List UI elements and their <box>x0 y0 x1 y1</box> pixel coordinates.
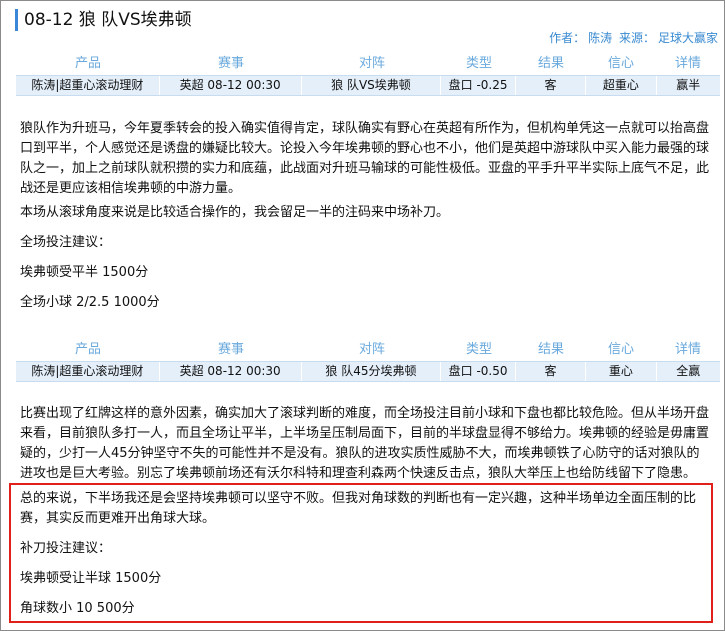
col-product: 产品 <box>74 56 101 71</box>
article-meta: 作者： 陈涛 来源： 足球大赢家 <box>546 29 718 46</box>
table-header: 产品 赛事 对阵 类型 结果 信心 详情 <box>16 339 720 361</box>
col-confidence: 信心 <box>607 342 634 357</box>
article1-paragraph-5: 全场小球 2/2.5 1000分 <box>20 295 160 310</box>
table-row: 陈涛|超重心滚动理财 英超 08-12 00:30 狼 队45分埃弗顿 盘口 -… <box>16 361 720 382</box>
col-type: 类型 <box>465 56 492 71</box>
match-title: 08-12 狼 队VS埃弗顿 <box>15 9 192 31</box>
cell-type: 盘口 -0.50 <box>441 362 516 381</box>
col-confidence: 信心 <box>607 56 634 71</box>
tip-table-1: 产品 赛事 对阵 类型 结果 信心 详情 陈涛|超重心滚动理财 英超 08-12… <box>16 53 720 96</box>
article2-paragraph-4: 埃弗顿受让半球 1500分 <box>20 571 162 586</box>
col-type: 类型 <box>465 342 492 357</box>
cell-product[interactable]: 陈涛|超重心滚动理财 <box>16 76 160 95</box>
article2-paragraph-1: 比赛出现了红牌这样的意外因素，确实加大了滚球判断的难度，而全场投注目前小球和下盘… <box>20 406 710 481</box>
author-link[interactable]: 陈涛 <box>588 31 612 45</box>
cell-detail: 全赢 <box>676 364 701 378</box>
col-result: 结果 <box>537 56 564 71</box>
author-label: 作者： <box>549 31 586 45</box>
cell-type: 盘口 -0.25 <box>441 76 516 95</box>
col-event: 赛事 <box>217 342 244 357</box>
tip-table-2: 产品 赛事 对阵 类型 结果 信心 详情 陈涛|超重心滚动理财 英超 08-12… <box>16 339 720 382</box>
cell-confidence: 超重心 <box>586 76 657 95</box>
article1-paragraph-2: 本场从滚球角度来说是比较适合操作的，我会留足一半的注码来中场补刀。 <box>20 205 450 220</box>
article1-paragraph-1: 狼队作为升班马，今年夏季转会的投入确实值得肯定，球队确实有野心在英超有所作为，但… <box>20 121 710 196</box>
col-result: 结果 <box>537 342 564 357</box>
article2-paragraph-2: 总的来说，下半场我还是会坚持埃弗顿可以坚守不败。但我对角球数的判断也有一定兴趣，… <box>20 491 697 526</box>
table-row: 陈涛|超重心滚动理财 英超 08-12 00:30 狼 队VS埃弗顿 盘口 -0… <box>16 75 720 96</box>
col-match: 对阵 <box>358 56 385 71</box>
cell-result: 客 <box>516 76 587 95</box>
col-detail: 详情 <box>674 342 701 357</box>
cell-match: 狼 队VS埃弗顿 <box>302 76 442 95</box>
table-header: 产品 赛事 对阵 类型 结果 信心 详情 <box>16 53 720 75</box>
col-detail: 详情 <box>674 56 701 71</box>
article1-paragraph-4: 埃弗顿受平半 1500分 <box>20 265 149 280</box>
cell-event: 英超 08-12 00:30 <box>160 362 302 381</box>
cell-detail: 赢半 <box>676 78 701 92</box>
col-event: 赛事 <box>217 56 244 71</box>
cell-confidence: 重心 <box>586 362 657 381</box>
article2-paragraph-5: 角球数小 10 500分 <box>20 601 135 616</box>
article1-paragraph-3: 全场投注建议： <box>20 235 112 250</box>
source-link[interactable]: 足球大赢家 <box>658 31 718 45</box>
col-product: 产品 <box>74 342 101 357</box>
cell-product[interactable]: 陈涛|超重心滚动理财 <box>16 362 160 381</box>
article2-paragraph-3: 补刀投注建议： <box>20 541 112 556</box>
cell-event: 英超 08-12 00:30 <box>160 76 302 95</box>
cell-match: 狼 队45分埃弗顿 <box>302 362 442 381</box>
col-match: 对阵 <box>358 342 385 357</box>
cell-result: 客 <box>516 362 587 381</box>
source-label: 来源： <box>618 31 655 45</box>
